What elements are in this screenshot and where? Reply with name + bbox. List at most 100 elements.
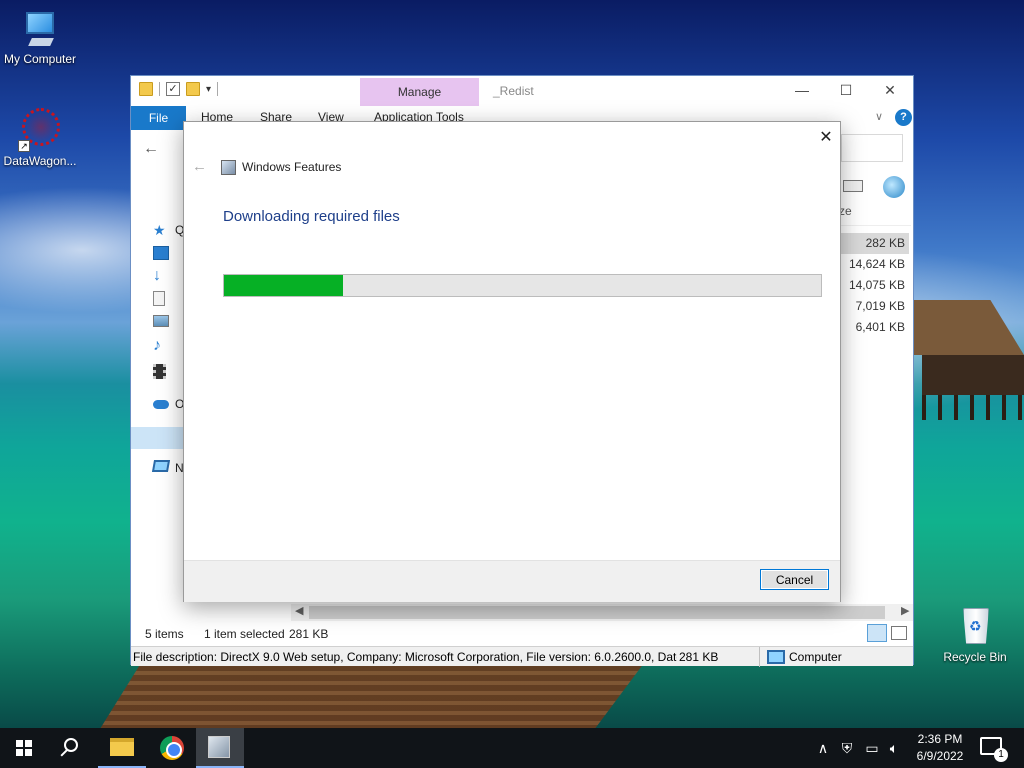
close-icon[interactable]: ✕ [816,128,836,148]
music-icon: ♪ [153,337,161,354]
windows-features-icon [221,160,236,175]
back-arrow-icon[interactable]: ← [143,140,159,158]
nav-item-network[interactable]: N [151,460,185,478]
taskbar: ∧ ⛨ ▭ 🔈︎ 2:36 PM 6/9/2022 1 [0,728,1024,768]
navigation-pane: ★ Q ↓ ♪ O M N [131,216,185,516]
nav-item-documents[interactable] [153,291,185,309]
properties-icon[interactable]: ✓ [166,82,180,96]
shell-icon[interactable] [883,176,905,198]
back-arrow-icon: ← [192,158,207,175]
desktop-icon-label: Recycle Bin [943,650,1007,664]
progress-fill [224,275,344,296]
desktop-icon-label: DataWagon... [3,154,77,168]
nav-selection-highlight [131,427,185,449]
table-row[interactable]: 14,075 KB [839,275,909,296]
nav-item-quick-access[interactable]: ★ Q [153,222,185,240]
computer-icon [767,650,785,664]
network-icon[interactable]: ▭ [862,728,882,768]
close-window-button[interactable]: ✕ [867,76,913,104]
chrome-icon [160,736,184,760]
desktop-icon-recycle-bin[interactable]: ♻ Recycle Bin [935,604,1015,664]
show-hidden-icons-icon[interactable]: ∧ [814,728,832,768]
chevron-down-icon[interactable]: ∨ [875,110,883,123]
onedrive-icon [153,400,169,409]
windows-features-dialog: ✕ ← Windows Features Downloading require… [183,121,841,602]
star-icon: ★ [153,222,166,238]
file-size: 281 KB [679,650,719,664]
taskbar-setup[interactable] [196,728,244,768]
clock[interactable]: 2:36 PM 6/9/2022 [906,731,974,765]
file-size-column: 282 KB 14,624 KB 14,075 KB 7,019 KB 6,40… [839,233,909,338]
large-icons-view-icon[interactable] [891,626,907,640]
download-progress-bar [223,274,822,297]
new-folder-icon[interactable] [186,82,200,96]
search-input[interactable] [841,134,903,162]
file-explorer-icon [110,738,134,756]
file-description: File description: DirectX 9.0 Web setup,… [133,650,677,664]
table-row[interactable]: 6,401 KB [839,317,909,338]
nav-item-onedrive[interactable]: O [153,396,185,414]
network-icon [151,460,171,472]
nav-item-downloads[interactable]: ↓ [153,267,185,285]
monitor-icon [20,10,60,50]
details-view-icon[interactable] [867,624,887,642]
minimize-button[interactable]: — [779,76,825,104]
desktop-icon-datawagon[interactable]: ↗ DataWagon... [0,108,80,168]
dialog-title: Windows Features [242,160,342,174]
details-bar: File description: DirectX 9.0 Web setup,… [131,646,913,667]
location-label: Computer [789,650,842,664]
desktop-icon-label: My Computer [3,52,77,66]
taskbar-file-explorer[interactable] [98,728,146,768]
nav-item-desktop[interactable] [153,246,185,264]
column-header-size[interactable]: ze [839,204,911,226]
selection-size: 281 KB [289,627,329,641]
documents-icon [153,291,165,306]
desktop-icon [153,246,169,260]
folder-icon [139,82,153,96]
explorer-toolbar [831,176,913,200]
nav-item-music[interactable]: ♪ [153,337,185,355]
cancel-button[interactable]: Cancel [760,569,829,590]
maximize-button[interactable]: ☐ [823,76,869,104]
time: 2:36 PM [917,732,963,746]
preview-pane-icon[interactable] [843,180,863,192]
desktop-icon-my-computer[interactable]: My Computer [0,10,80,66]
horizontal-scrollbar[interactable]: ◀ ▶ [291,604,913,621]
wallpaper-hut [912,300,1024,420]
selection-count: 1 item selected [204,627,285,641]
customize-qat-icon[interactable]: ▾ [206,84,211,95]
start-button[interactable] [0,728,48,768]
setup-icon [208,736,230,758]
title-bar: ✓ ▾ Manage _Redist — ☐ ✕ [131,76,913,108]
nav-item-pictures[interactable] [153,315,185,333]
taskbar-chrome[interactable] [148,728,196,768]
videos-icon [153,364,166,379]
status-bar: 5 items 1 item selected 281 KB [131,624,913,644]
tab-file[interactable]: File [131,106,186,130]
quick-access-toolbar: ✓ ▾ [139,82,219,96]
help-icon[interactable]: ? [895,109,912,126]
search-button[interactable] [48,728,96,768]
scroll-right-icon[interactable]: ▶ [901,604,909,617]
nav-item-videos[interactable] [153,364,185,382]
table-row[interactable]: 282 KB [839,233,909,254]
dialog-heading: Downloading required files [223,208,400,225]
downloads-icon: ↓ [153,267,161,284]
pictures-icon [153,315,169,327]
security-icon[interactable]: ⛨ [838,728,856,768]
datawagon-icon: ↗ [18,108,62,152]
item-count: 5 items [145,627,184,641]
recycle-bin-icon: ♻ [955,604,995,648]
scroll-left-icon[interactable]: ◀ [295,604,303,617]
search-icon [64,738,78,752]
notification-badge: 1 [994,748,1008,762]
table-row[interactable]: 7,019 KB [839,296,909,317]
volume-icon[interactable]: 🔈︎ [884,728,904,768]
table-row[interactable]: 14,624 KB [839,254,909,275]
tab-manage[interactable]: Manage [360,78,479,108]
date: 6/9/2022 [916,749,964,763]
dialog-footer: Cancel [184,560,840,602]
start-icon [16,740,32,756]
scrollbar-thumb[interactable] [309,606,885,619]
window-title: _Redist [493,84,534,98]
